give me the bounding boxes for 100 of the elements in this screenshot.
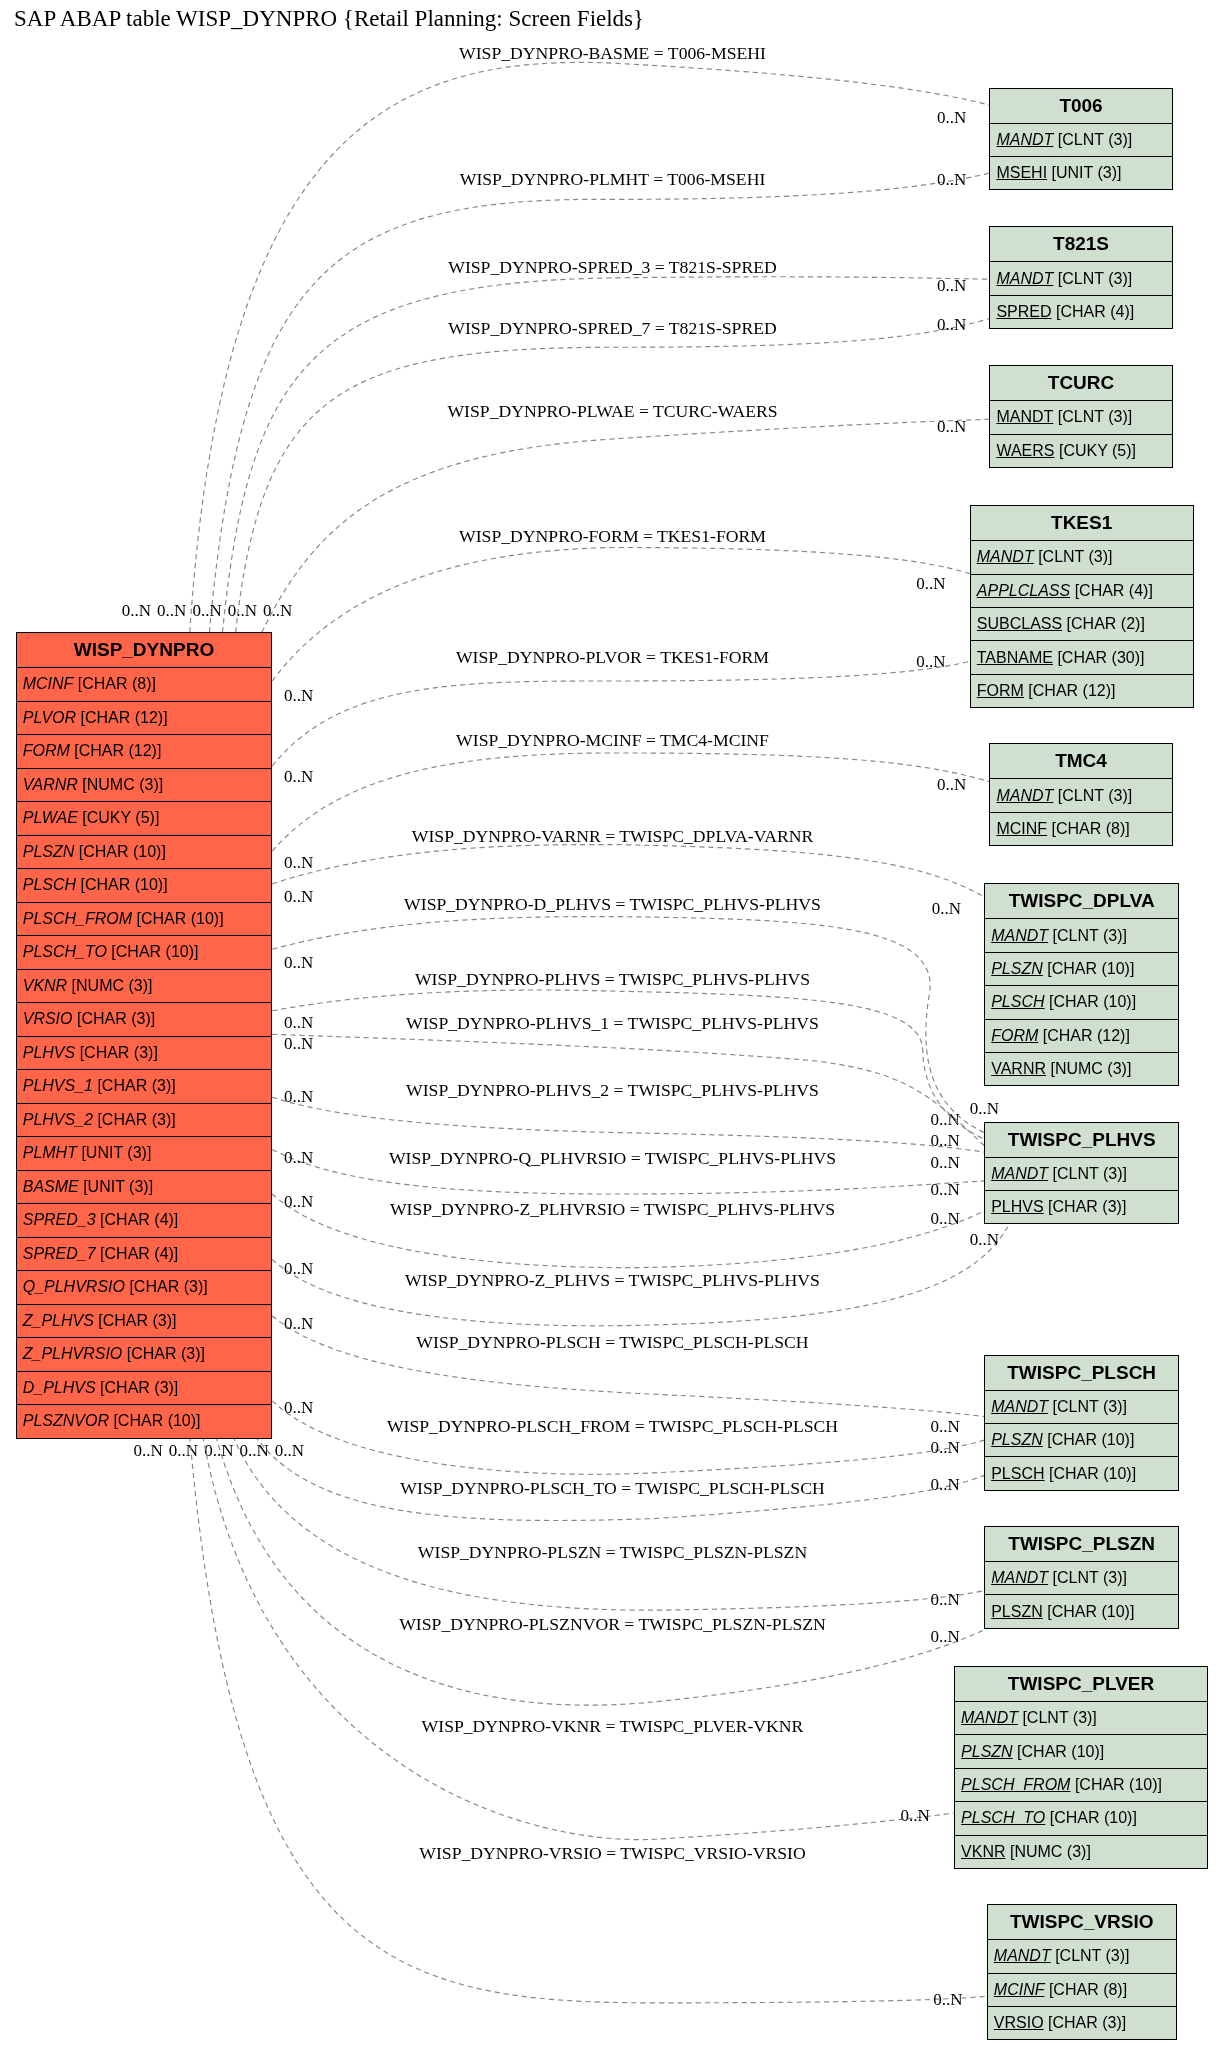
table-name: TKES1 xyxy=(1050,511,1114,536)
table-field: Q_PLHVRSIO [CHAR (3)] xyxy=(16,1270,272,1304)
relation-label: WISP_DYNPRO-PLSCH_FROM = TWISPC_PLSCH-PLSCH xyxy=(386,1416,839,1437)
table-field: PLSCH_FROM [CHAR (10)] xyxy=(955,1767,1207,1802)
table-name: TWISPC_VRSIO xyxy=(1008,1910,1155,1935)
table-name: TWISPC_PLVER xyxy=(1006,1672,1156,1697)
relation-label: WISP_DYNPRO-FORM = TKES1-FORM xyxy=(459,526,766,547)
cardinality-label: 0..N xyxy=(916,574,946,594)
table-field: MANDT [CLNT (3)] xyxy=(990,261,1172,295)
relation-label: WISP_DYNPRO-Z_PLHVRSIO = TWISPC_PLHVS-PLHVS xyxy=(389,1198,836,1219)
table-field: PLWAE [CUKY (5)] xyxy=(16,801,272,835)
table-name: TWISPC_PLSCH xyxy=(1006,1360,1158,1385)
cardinality-label: 0..N xyxy=(937,774,967,794)
table-field: APPLCLASS [CHAR (4)] xyxy=(970,573,1193,607)
table-field: PLSCH [CHAR (10)] xyxy=(16,868,272,902)
relation-label: WISP_DYNPRO-PLHVS = TWISPC_PLHVS-PLHVS xyxy=(414,968,811,989)
cardinality-label: 0..N xyxy=(930,1626,960,1646)
table-field: MANDT [CLNT (3)] xyxy=(955,1701,1207,1735)
table-field: MANDT [CLNT (3)] xyxy=(985,918,1179,952)
cardinality-label: 0..N xyxy=(192,600,222,620)
table-field: VARNR [NUMC (3)] xyxy=(985,1051,1179,1086)
table-field: MANDT [CLNT (3)] xyxy=(985,1156,1179,1190)
cardinality-label: 0..N xyxy=(284,1313,314,1333)
table-field: PLSCH [CHAR (10)] xyxy=(985,1456,1179,1490)
table-name: T006 xyxy=(1058,93,1104,118)
table-field: MCINF [CHAR (8)] xyxy=(990,811,1172,846)
cardinality-label: 0..N xyxy=(284,1258,314,1278)
cardinality-label: 0..N xyxy=(931,898,962,918)
table-field: PLSZN [CHAR (10)] xyxy=(16,834,272,869)
table-name: TWISPC_PLHVS xyxy=(1006,1127,1157,1152)
table-field: FORM [CHAR (12)] xyxy=(16,734,272,768)
table-field: SPRED_7 [CHAR (4)] xyxy=(16,1236,272,1271)
table-name: TWISPC_DPLVA xyxy=(1007,889,1156,914)
table-field: PLSCH_TO [CHAR (10)] xyxy=(16,935,272,969)
cardinality-label: 0..N xyxy=(239,1440,269,1460)
relation-label: WISP_DYNPRO-PLHVS_2 = TWISPC_PLHVS-PLHVS xyxy=(406,1079,819,1100)
relation-label: WISP_DYNPRO-VARNR = TWISPC_DPLVA-VARNR xyxy=(411,825,814,846)
table-field: PLSZN [CHAR (10)] xyxy=(985,1422,1179,1457)
table-field: PLHVS_1 [CHAR (3)] xyxy=(16,1069,272,1103)
table-field: MANDT [CLNT (3)] xyxy=(990,122,1172,157)
cardinality-label: 0..N xyxy=(121,600,151,620)
cardinality-label: 0..N xyxy=(284,1012,314,1032)
table-field: PLHVS [CHAR (3)] xyxy=(16,1035,272,1070)
relation-label: WISP_DYNPRO-PLSCH = TWISPC_PLSCH-PLSCH xyxy=(416,1332,809,1353)
table-field: WAERS [CUKY (5)] xyxy=(990,433,1172,467)
cardinality-label: 0..N xyxy=(937,315,967,335)
table-field: MANDT [CLNT (3)] xyxy=(970,540,1193,574)
cardinality-label: 0..N xyxy=(274,1440,305,1460)
cardinality-label: 0..N xyxy=(930,1589,960,1609)
table-field: MANDT [CLNT (3)] xyxy=(985,1389,1179,1423)
cardinality-label: 0..N xyxy=(284,887,314,907)
cardinality-label: 0..N xyxy=(284,1087,314,1107)
relation-label: WISP_DYNPRO-Q_PLHVRSIO = TWISPC_PLHVS-PLHVS xyxy=(388,1147,837,1168)
relation-label: WISP_DYNPRO-VRSIO = TWISPC_VRSIO-VRSIO xyxy=(419,1842,806,1863)
cardinality-label: 0..N xyxy=(284,766,314,786)
cardinality-label: 0..N xyxy=(933,1990,963,2010)
cardinality-label: 0..N xyxy=(930,1474,960,1494)
relation-label: WISP_DYNPRO-VKNR = TWISPC_PLVER-VKNR xyxy=(421,1715,804,1736)
cardinality-label: 0..N xyxy=(937,169,967,189)
cardinality-label: 0..N xyxy=(930,1130,960,1150)
cardinality-label: 0..N xyxy=(284,1033,314,1053)
cardinality-label: 0..N xyxy=(168,1440,199,1460)
table-field: MSEHI [UNIT (3)] xyxy=(990,156,1172,190)
cardinality-label: 0..N xyxy=(930,1180,960,1200)
cardinality-label: 0..N xyxy=(284,952,314,972)
table-field: TABNAME [CHAR (30)] xyxy=(970,640,1193,674)
table-field: PLSZNVOR [CHAR (10)] xyxy=(16,1404,272,1438)
cardinality-label: 0..N xyxy=(930,1109,960,1129)
table-field: PLSZN [CHAR (10)] xyxy=(955,1734,1207,1768)
table-field: D_PLHVS [CHAR (3)] xyxy=(16,1370,272,1405)
relation-label: WISP_DYNPRO-PLMHT = T006-MSEHI xyxy=(459,168,766,189)
table-field: PLHVS_2 [CHAR (3)] xyxy=(16,1102,272,1137)
table-field: VKNR [NUMC (3)] xyxy=(16,968,272,1003)
cardinality-label: 0..N xyxy=(204,1440,234,1460)
table-field: SUBCLASS [CHAR (2)] xyxy=(970,606,1193,641)
table-field: Z_PLHVRSIO [CHAR (3)] xyxy=(16,1337,272,1371)
table-field: SPRED [CHAR (4)] xyxy=(990,294,1172,329)
cardinality-label: 0..N xyxy=(263,600,293,620)
table-field: VRSIO [CHAR (3)] xyxy=(987,2006,1176,2040)
table-field: PLSCH_FROM [CHAR (10)] xyxy=(16,901,272,936)
relation-label: WISP_DYNPRO-PLSZNVOR = TWISPC_PLSZN-PLSZN xyxy=(399,1613,826,1634)
table-field: PLSCH_TO [CHAR (10)] xyxy=(955,1801,1207,1835)
cardinality-label: 0..N xyxy=(133,1440,163,1460)
relation-label: WISP_DYNPRO-SPRED_7 = T821S-SPRED xyxy=(448,318,777,339)
cardinality-label: 0..N xyxy=(930,1152,960,1172)
diagram-title: SAP ABAP table WISP_DYNPRO {Retail Planning: Screen Fields} xyxy=(14,6,645,32)
cardinality-label: 0..N xyxy=(916,651,946,671)
table-field: SPRED_3 [CHAR (4)] xyxy=(16,1203,272,1237)
table-field: PLSCH [CHAR (10)] xyxy=(985,985,1179,1019)
table-name: TCURC xyxy=(1046,371,1116,396)
table-field: VARNR [NUMC (3)] xyxy=(16,767,272,802)
table-field: VKNR [NUMC (3)] xyxy=(955,1834,1207,1868)
table-field: MANDT [CLNT (3)] xyxy=(990,778,1172,812)
table-field: FORM [CHAR (12)] xyxy=(970,673,1193,708)
table-field: MANDT [CLNT (3)] xyxy=(987,1939,1176,1973)
table-field: PLVOR [CHAR (12)] xyxy=(16,700,272,735)
cardinality-label: 0..N xyxy=(284,853,314,873)
table-field: PLHVS [CHAR (3)] xyxy=(985,1190,1179,1224)
table-field: PLSZN [CHAR (10)] xyxy=(985,951,1179,986)
cardinality-label: 0..N xyxy=(284,1397,314,1417)
